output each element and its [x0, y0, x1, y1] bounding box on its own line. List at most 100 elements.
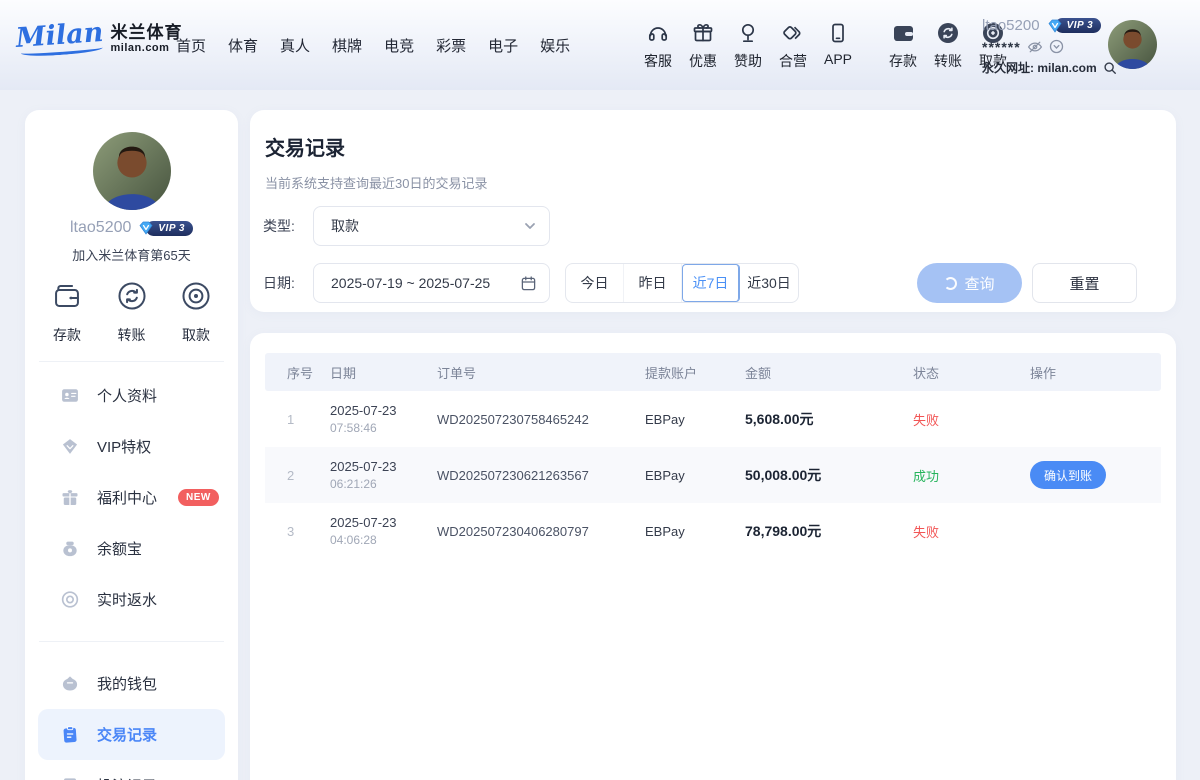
trophy-icon: [736, 20, 760, 46]
nav-home[interactable]: 首页: [172, 33, 210, 58]
username[interactable]: ltao5200: [982, 17, 1040, 34]
confirm-receipt-button[interactable]: 确认到账: [1030, 461, 1106, 489]
col-header-status: 状态: [913, 363, 1030, 382]
row-time: 04:06:28: [330, 532, 437, 548]
transactions-clipboard-icon: [60, 724, 80, 745]
col-header-order: 订单号: [437, 363, 645, 382]
header-actions: 客服 优惠 赞助 合营: [642, 20, 1009, 71]
row-account: EBPay: [645, 524, 745, 539]
quick-withdraw[interactable]: 取款: [180, 280, 212, 345]
masked-balance: ******: [982, 40, 1021, 54]
action-affiliate[interactable]: 合营: [777, 20, 809, 71]
col-header-account: 提款账户: [645, 363, 745, 382]
transaction-filter-card: 交易记录 当前系统支持查询最近30日的交易记录 类型: 取款 日期: 2025-…: [250, 110, 1176, 312]
row-order-number: WD202507230406280797: [437, 524, 645, 539]
sidebar-item-label: VIP特权: [97, 436, 151, 457]
vip-badge: VIP 3: [1046, 18, 1102, 34]
sidebar-item-welfare[interactable]: 福利中心 NEW: [25, 472, 238, 523]
quick-action-label: 转账: [118, 325, 146, 345]
query-button-label: 查询: [964, 273, 994, 294]
top-header: Milan 米兰体育 milan.com 首页 体育 真人 棋牌 电竞 彩票 电…: [0, 0, 1200, 90]
nav-live[interactable]: 真人: [276, 33, 314, 58]
divider: [39, 361, 224, 362]
nav-lottery[interactable]: 彩票: [432, 33, 470, 58]
sidebar-item-label: 余额宝: [97, 538, 142, 559]
query-button[interactable]: 查询: [917, 263, 1022, 303]
nav-entertainment[interactable]: 娱乐: [536, 33, 574, 58]
table-row: 2 2025-07-23 06:21:26 WD2025072306212635…: [265, 447, 1161, 503]
action-transfer[interactable]: 转账: [932, 20, 964, 71]
sidebar-item-label: 福利中心: [97, 487, 157, 508]
divider: [39, 641, 224, 642]
chevron-down-icon: [523, 219, 537, 233]
nav-sports[interactable]: 体育: [224, 33, 262, 58]
row-action-cell: 确认到账: [1030, 461, 1161, 489]
col-header-action: 操作: [1030, 363, 1161, 382]
document-icon: [60, 775, 80, 780]
type-select[interactable]: 取款: [313, 206, 550, 246]
sidebar-item-vip[interactable]: VIP特权: [25, 421, 238, 472]
action-label: APP: [824, 51, 852, 67]
action-app[interactable]: APP: [822, 20, 854, 67]
brand-logo[interactable]: Milan 米兰体育 milan.com: [16, 22, 183, 55]
action-support[interactable]: 客服: [642, 20, 674, 71]
nav-cards[interactable]: 棋牌: [328, 33, 366, 58]
quick-deposit[interactable]: 存款: [51, 280, 83, 345]
sidebar-menu: 个人资料 VIP特权 福利中心 NEW: [25, 366, 238, 625]
sidebar-item-label: 交易记录: [97, 724, 157, 745]
type-label: 类型:: [263, 216, 313, 236]
quick-transfer[interactable]: 转账: [116, 280, 148, 345]
transfer-icon: [936, 20, 960, 46]
sidebar-item-yuebao[interactable]: 余额宝: [25, 523, 238, 574]
user-avatar[interactable]: [1108, 20, 1157, 69]
row-amount: 50,008.00元: [745, 465, 913, 485]
action-label: 客服: [644, 51, 672, 71]
vip-diamond-icon: [137, 220, 155, 236]
user-block: ltao5200 VIP 3 ****** 永: [982, 17, 1102, 76]
range-last7days[interactable]: 近7日: [682, 264, 740, 302]
row-amount: 5,608.00元: [745, 409, 913, 429]
sidebar-item-profile[interactable]: 个人资料: [25, 370, 238, 421]
row-order-number: WD202507230758465242: [437, 412, 645, 427]
row-time: 07:58:46: [330, 420, 437, 436]
row-number: 3: [265, 524, 330, 539]
new-badge: NEW: [178, 489, 219, 506]
refresh-balance-icon[interactable]: [1049, 39, 1064, 54]
sidebar-quick-actions: 存款 转账 取款: [25, 280, 238, 345]
range-yesterday[interactable]: 昨日: [624, 264, 682, 302]
row-account: EBPay: [645, 412, 745, 427]
sidebar-item-my-wallet[interactable]: 我的钱包: [25, 658, 238, 709]
date-range-input[interactable]: 2025-07-19 ~ 2025-07-25: [313, 263, 550, 303]
row-date: 2025-07-23: [330, 458, 437, 476]
money-pot-icon: [60, 538, 80, 559]
sidebar-item-rebate[interactable]: 实时返水: [25, 574, 238, 625]
join-days-note: 加入米兰体育第65天: [25, 245, 238, 264]
sidebar-item-transactions[interactable]: 交易记录: [38, 709, 225, 760]
nav-esports[interactable]: 电竞: [380, 33, 418, 58]
reset-button[interactable]: 重置: [1032, 263, 1137, 303]
action-promo[interactable]: 优惠: [687, 20, 719, 71]
gift-icon: [60, 487, 80, 508]
nav-slots[interactable]: 电子: [484, 33, 522, 58]
rebate-ring-icon: [60, 589, 80, 610]
withdraw-circle-icon: [180, 280, 212, 317]
partner-icon: [781, 20, 805, 46]
quick-action-label: 存款: [53, 325, 81, 345]
profile-avatar[interactable]: [93, 132, 171, 210]
row-status: 失败: [913, 410, 1030, 429]
table-row: 1 2025-07-23 07:58:46 WD2025072307584652…: [265, 391, 1161, 447]
action-deposit[interactable]: 存款: [887, 20, 919, 71]
profile-vip-badge: VIP 3: [137, 220, 193, 236]
vip-diamond-icon: [1046, 18, 1064, 34]
magnifier-icon[interactable]: [1103, 61, 1117, 75]
date-range-value: 2025-07-19 ~ 2025-07-25: [331, 275, 520, 291]
date-quick-ranges: 今日 昨日 近7日 近30日: [565, 263, 799, 303]
range-today[interactable]: 今日: [566, 264, 624, 302]
sidebar-item-label: 我的钱包: [97, 673, 157, 694]
action-sponsor[interactable]: 赞助: [732, 20, 764, 71]
range-last30days[interactable]: 近30日: [740, 264, 798, 302]
eye-off-icon[interactable]: [1027, 40, 1043, 54]
action-label: 赞助: [734, 51, 762, 71]
sidebar-item-bet-records[interactable]: 投注记录: [25, 760, 238, 780]
action-label: 存款: [889, 51, 917, 71]
